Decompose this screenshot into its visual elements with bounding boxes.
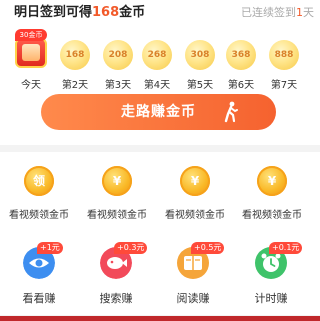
signin-card: 明日签到可得168金币 已连续签到1天 30金币 今天 168 第2天 208 …: [0, 0, 320, 145]
task-reward-badge: +0.5元: [191, 242, 225, 254]
day-label: 第7天: [270, 80, 298, 91]
day-label: 第6天: [227, 80, 255, 91]
coin-icon: 168: [60, 40, 90, 70]
yuan-coin-icon: ¥: [102, 166, 132, 196]
task-label: 阅读赚: [176, 292, 210, 305]
video-reward-label: 看视频领金币: [87, 210, 147, 221]
day-label: 第4天: [143, 80, 171, 91]
task-label: 计时赚: [254, 292, 288, 305]
tasks-card: 领 看视频领金币 ¥ 看视频领金币 ¥ 看视频领金币 ¥ 看视频领金币 +1元 …: [0, 152, 320, 315]
coin-claim-icon: 领: [24, 166, 54, 196]
day-5[interactable]: 308 第5天: [185, 40, 215, 91]
signin-streak: 已连续签到1天: [241, 6, 314, 19]
day-label: 第5天: [186, 80, 214, 91]
coin-icon: 368: [226, 40, 256, 70]
gift-coins-icon: [15, 38, 47, 68]
bottom-banner-edge: [0, 316, 320, 321]
signin-header: 明日签到可得168金币 已连续签到1天: [14, 3, 314, 23]
task-reward-badge: +0.1元: [269, 242, 303, 254]
video-reward-label: 看视频领金币: [9, 210, 69, 221]
yuan-coin-icon: ¥: [180, 166, 210, 196]
walk-earn-button[interactable]: 走路赚金币: [41, 94, 276, 130]
signin-streak-days: 1: [296, 6, 303, 19]
task-label: 搜索赚: [99, 292, 133, 305]
day-4[interactable]: 268 第4天: [142, 40, 172, 91]
day-label: 第3天: [104, 80, 132, 91]
day-label-today: 今天: [21, 80, 41, 91]
signin-title-amount: 168: [92, 5, 120, 20]
day-2[interactable]: 168 第2天: [60, 40, 90, 91]
day-7[interactable]: 888 第7天: [269, 40, 299, 91]
video-reward-label: 看视频领金币: [242, 210, 302, 221]
signin-title: 明日签到可得168金币: [14, 5, 146, 20]
today-coin-badge: 30金币: [15, 29, 47, 41]
coin-icon: 308: [185, 40, 215, 70]
day-6[interactable]: 368 第6天: [226, 40, 256, 91]
coin-icon: 888: [269, 40, 299, 70]
day-today[interactable]: 30金币 今天: [12, 29, 50, 91]
walk-earn-label: 走路赚金币: [121, 104, 196, 120]
video-reward-label: 看视频领金币: [165, 210, 225, 221]
coin-icon: 208: [103, 40, 133, 70]
task-reward-badge: +0.3元: [114, 242, 148, 254]
yuan-coin-icon: ¥: [257, 166, 287, 196]
day-3[interactable]: 208 第3天: [103, 40, 133, 91]
day-label: 第2天: [61, 80, 89, 91]
coin-icon: 268: [142, 40, 172, 70]
task-label: 看看赚: [22, 292, 56, 305]
task-reward-badge: +1元: [37, 242, 63, 254]
walking-person-icon: [224, 101, 238, 123]
